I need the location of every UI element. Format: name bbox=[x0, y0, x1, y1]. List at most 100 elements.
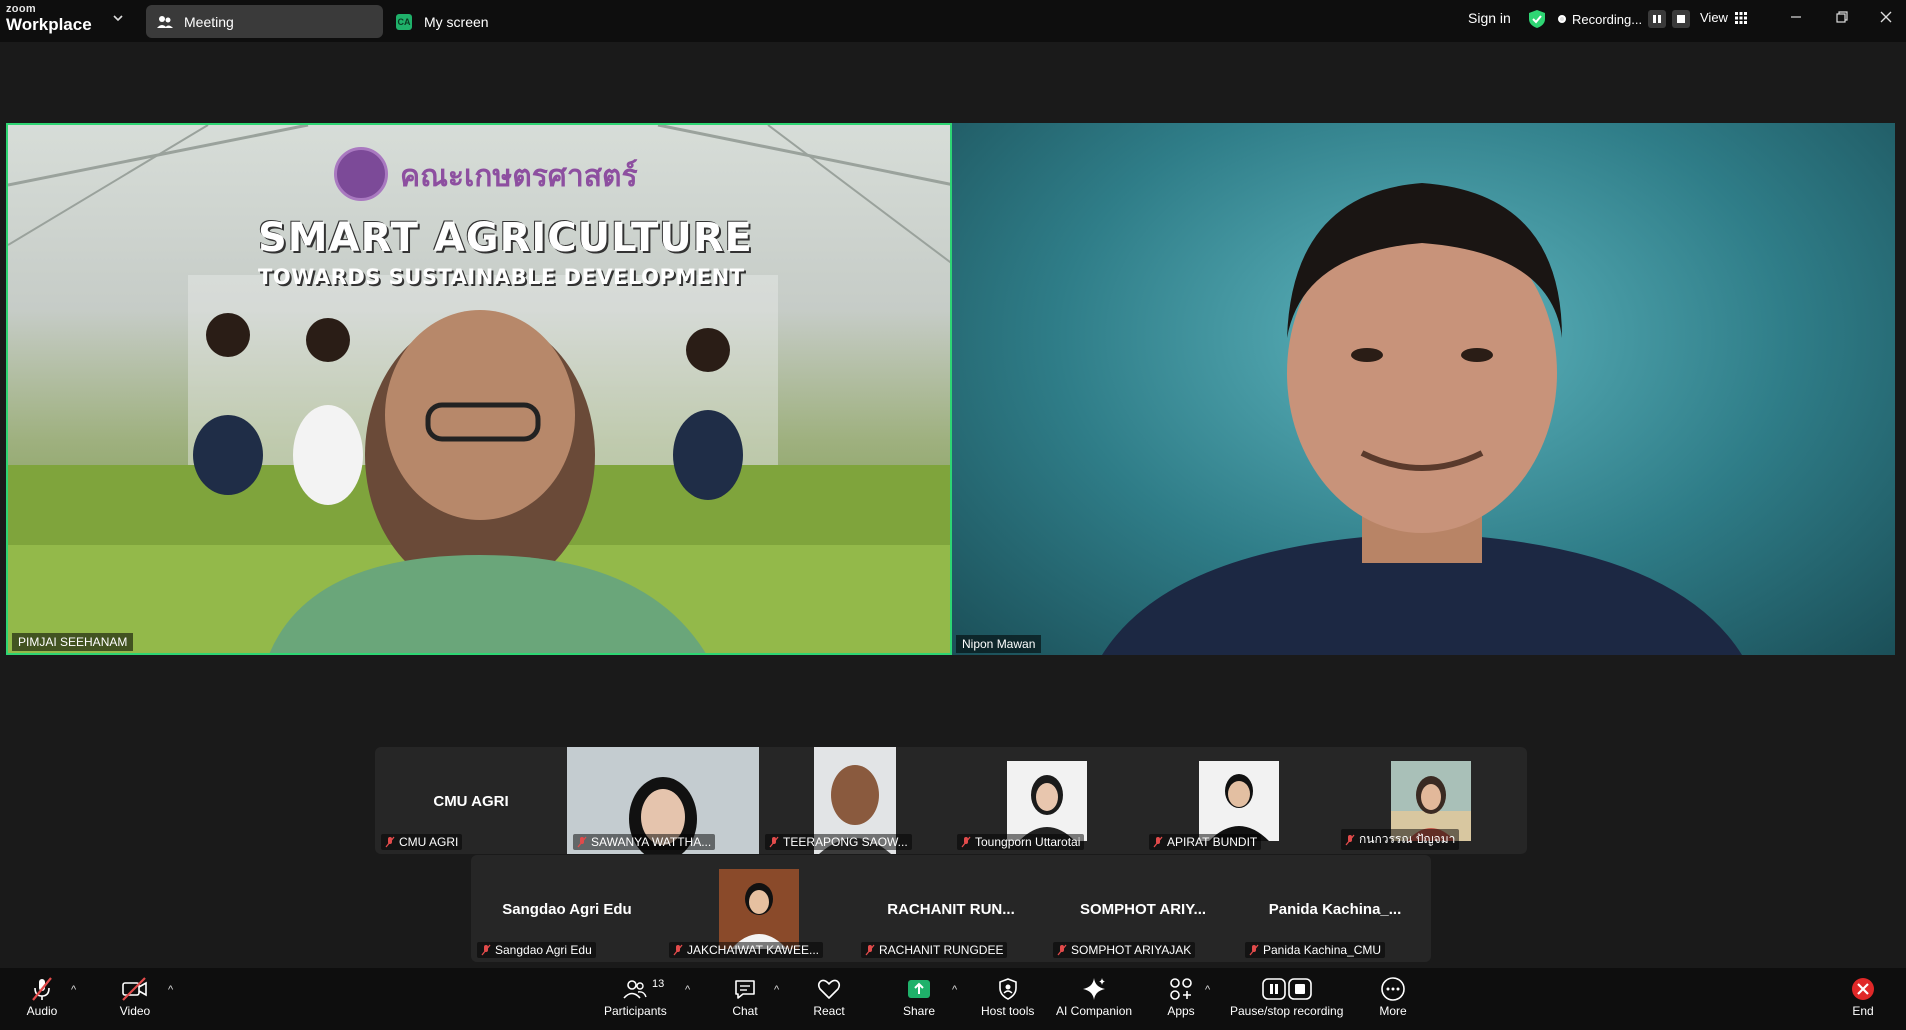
participant-name: TEERAPONG SAOW... bbox=[783, 835, 908, 849]
chat-button[interactable]: Chat bbox=[728, 976, 762, 1018]
participant-tile[interactable]: RACHANIT RUN... RACHANIT RUNGDEE bbox=[855, 855, 1047, 962]
restore-button[interactable] bbox=[1832, 10, 1852, 29]
mic-muted-icon bbox=[481, 944, 491, 956]
participant-name-label: Toungporn Uttarotai bbox=[957, 834, 1085, 850]
tab-meeting[interactable]: Meeting bbox=[146, 5, 383, 38]
participant-name: Sangdao Agri Edu bbox=[495, 943, 592, 957]
view-label: View bbox=[1700, 10, 1728, 25]
end-call-icon bbox=[1852, 978, 1874, 1000]
react-label: React bbox=[813, 1004, 845, 1018]
share-button[interactable]: Share bbox=[902, 976, 936, 1018]
participant-name: Panida Kachina_CMU bbox=[1263, 943, 1382, 957]
participant-name: JAKCHAIWAT KAWEE... bbox=[687, 943, 820, 957]
close-button[interactable] bbox=[1876, 10, 1896, 29]
participant-tile[interactable]: SOMPHOT ARIY... SOMPHOT ARIYAJAK bbox=[1047, 855, 1239, 962]
audio-button[interactable]: Audio bbox=[25, 976, 59, 1018]
shield-check-icon[interactable] bbox=[1527, 9, 1547, 29]
participant-tile[interactable]: JAKCHAIWAT KAWEE... bbox=[663, 855, 855, 962]
mic-muted-icon bbox=[673, 944, 683, 956]
profile-photo bbox=[1007, 761, 1087, 841]
video-button[interactable]: Video bbox=[118, 976, 152, 1018]
participant-name-label: JAKCHAIWAT KAWEE... bbox=[669, 942, 824, 958]
view-button[interactable]: View bbox=[1700, 10, 1748, 25]
brand-large: Workplace bbox=[6, 15, 92, 34]
tab-my-screen[interactable]: CA My screen bbox=[396, 5, 489, 38]
participant-tile[interactable]: Sangdao Agri Edu Sangdao Agri Edu bbox=[471, 855, 663, 962]
stop-icon bbox=[1677, 15, 1686, 23]
mic-muted-icon bbox=[1153, 836, 1163, 848]
share-options-chevron-icon[interactable]: ^ bbox=[952, 984, 957, 996]
tab-my-screen-label: My screen bbox=[424, 13, 489, 30]
participant-tile[interactable]: กนกวรรณ ปัญจมา bbox=[1335, 747, 1527, 854]
video-off-icon bbox=[122, 977, 147, 1001]
more-label: More bbox=[1379, 1004, 1407, 1018]
more-button[interactable]: More bbox=[1376, 976, 1410, 1018]
video-tile-participant[interactable]: Nipon Mawan bbox=[952, 123, 1895, 655]
chat-label: Chat bbox=[732, 1004, 758, 1018]
zoom-workplace-logo[interactable]: zoom Workplace bbox=[6, 4, 106, 34]
ai-companion-button[interactable]: AI Companion bbox=[1056, 976, 1132, 1018]
participant-tile[interactable]: APIRAT BUNDIT bbox=[1143, 747, 1335, 854]
participant-display-name: RACHANIT RUN... bbox=[887, 901, 1015, 918]
people-icon bbox=[157, 15, 173, 28]
slide-logo-text: คณะเกษตรศาสตร์ bbox=[400, 160, 638, 193]
apps-options-chevron-icon[interactable]: ^ bbox=[1205, 984, 1210, 996]
participant-name-label: Panida Kachina_CMU bbox=[1245, 942, 1386, 958]
close-icon bbox=[1880, 11, 1892, 23]
react-button[interactable]: React bbox=[812, 976, 846, 1018]
participant-tile-video[interactable]: SAWANYA WATTHA... bbox=[567, 747, 759, 854]
participant-tile[interactable]: Panida Kachina_... Panida Kachina_CMU bbox=[1239, 855, 1431, 962]
participant-tile[interactable]: CMU AGRI CMU AGRI bbox=[375, 747, 567, 854]
video-feed bbox=[952, 123, 1895, 655]
minimize-icon bbox=[1791, 16, 1801, 18]
participant-name-label: SAWANYA WATTHA... bbox=[573, 834, 716, 850]
chat-options-chevron-icon[interactable]: ^ bbox=[774, 984, 779, 996]
participant-name-label: TEERAPONG SAOW... bbox=[765, 834, 912, 850]
faculty-logo-icon bbox=[334, 147, 388, 201]
record-dot-icon bbox=[1558, 15, 1566, 23]
participant-name-label: CMU AGRI bbox=[381, 834, 463, 850]
end-label: End bbox=[1852, 1004, 1874, 1018]
grid-icon bbox=[1734, 11, 1747, 24]
pause-recording-button[interactable] bbox=[1648, 10, 1667, 28]
mic-muted-icon bbox=[385, 836, 395, 848]
sign-in-link[interactable]: Sign in bbox=[1468, 10, 1511, 26]
video-tile-active-speaker[interactable]: คณะเกษตรศาสตร์ SMART AGRICULTURE TOWARDS… bbox=[6, 123, 952, 655]
apps-label: Apps bbox=[1167, 1004, 1195, 1018]
audio-options-chevron-icon[interactable]: ^ bbox=[71, 984, 76, 996]
mic-muted-icon bbox=[961, 836, 971, 848]
share-screen-icon bbox=[908, 980, 930, 998]
pause-stop-recording-button[interactable]: Pause/stop recording bbox=[1230, 976, 1343, 1018]
virtual-background: คณะเกษตรศาสตร์ SMART AGRICULTURE TOWARDS… bbox=[8, 125, 950, 653]
mic-muted-icon bbox=[1345, 834, 1355, 845]
mic-muted-icon bbox=[32, 977, 52, 1001]
tab-meeting-label: Meeting bbox=[184, 13, 234, 30]
recording-label: Recording... bbox=[1572, 11, 1643, 27]
mic-muted-icon bbox=[769, 836, 779, 848]
video-options-chevron-icon[interactable]: ^ bbox=[168, 984, 173, 996]
participant-name: RACHANIT RUNGDEE bbox=[879, 943, 1004, 957]
participant-name-label: APIRAT BUNDIT bbox=[1149, 834, 1262, 850]
participant-display-name: Panida Kachina_... bbox=[1268, 901, 1402, 918]
participant-name-tag: PIMJAI SEEHANAM bbox=[12, 633, 134, 651]
participant-strip-row-2: Sangdao Agri Edu Sangdao Agri Edu JAKCHA… bbox=[471, 855, 1431, 962]
participant-tile-video[interactable]: TEERAPONG SAOW... bbox=[759, 747, 951, 854]
participants-count: 13 bbox=[652, 978, 665, 990]
participants-options-chevron-icon[interactable]: ^ bbox=[685, 984, 690, 996]
pause-stop-label: Pause/stop recording bbox=[1230, 1004, 1344, 1018]
slide-title: SMART AGRICULTURE bbox=[258, 215, 753, 261]
end-meeting-button[interactable]: End bbox=[1846, 976, 1880, 1018]
participant-tile[interactable]: Toungporn Uttarotai bbox=[951, 747, 1143, 854]
apps-button[interactable]: Apps bbox=[1164, 976, 1198, 1018]
sparkle-icon bbox=[1083, 978, 1106, 1000]
stop-recording-button[interactable] bbox=[1672, 10, 1691, 28]
participant-name: กนกวรรณ ปัญจมา bbox=[1359, 832, 1456, 846]
chevron-down-icon[interactable] bbox=[112, 12, 126, 26]
minimize-button[interactable] bbox=[1786, 10, 1806, 29]
participant-name-label: SOMPHOT ARIYAJAK bbox=[1053, 942, 1196, 958]
participant-name-label: กนกวรรณ ปัญจมา bbox=[1341, 829, 1460, 850]
chat-icon bbox=[735, 980, 755, 999]
host-tools-button[interactable]: Host tools bbox=[981, 976, 1034, 1018]
participant-name: Toungporn Uttarotai bbox=[975, 835, 1081, 849]
profile-photo bbox=[719, 869, 799, 949]
